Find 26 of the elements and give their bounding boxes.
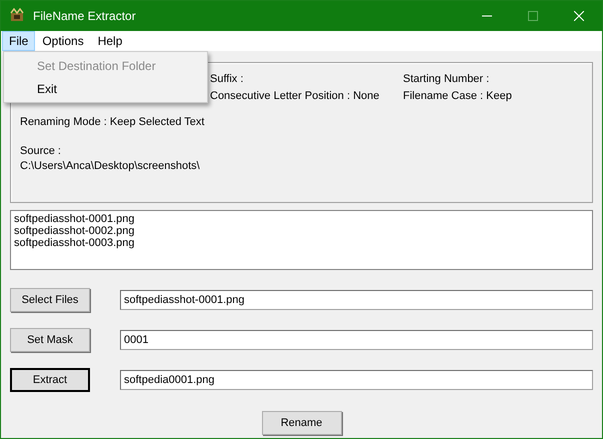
maximize-icon bbox=[528, 11, 538, 21]
menu-item[interactable]: Options bbox=[35, 31, 91, 51]
action-button[interactable]: Extract bbox=[10, 368, 90, 392]
file-list-item[interactable]: softpediasshot-0002.png bbox=[14, 225, 589, 237]
rename-button[interactable]: Rename bbox=[262, 411, 342, 435]
text-field[interactable]: 0001 bbox=[120, 330, 593, 350]
setting-label: Suffix : bbox=[210, 73, 244, 85]
setting-label: Starting Number : bbox=[403, 73, 490, 85]
menu-item[interactable]: File bbox=[2, 31, 36, 51]
source-path: C:\Users\Anca\Desktop\screenshots\ bbox=[20, 160, 201, 172]
file-list-item[interactable]: softpediasshot-0001.png bbox=[14, 213, 589, 225]
action-button[interactable]: Set Mask bbox=[10, 328, 90, 352]
close-icon bbox=[574, 11, 584, 21]
setting-text: Consecutive Letter Position : None bbox=[210, 90, 380, 102]
text-field[interactable]: softpediasshot-0001.png bbox=[120, 290, 593, 310]
app-icon bbox=[9, 8, 25, 24]
menu-entry[interactable]: Exit bbox=[4, 77, 207, 100]
renaming-mode-text: Renaming Mode : Keep Selected Text bbox=[20, 116, 206, 128]
menu-item[interactable]: Help bbox=[90, 31, 130, 51]
file-list-item[interactable]: softpediasshot-0003.png bbox=[14, 237, 589, 249]
setting-text: Filename Case : Keep bbox=[403, 90, 513, 102]
file-list[interactable]: softpediasshot-0001.png softpediasshot-0002.png softpediasshot-0003.png bbox=[10, 210, 593, 270]
source-label: Source : bbox=[20, 145, 62, 157]
text-field[interactable]: softpedia0001.png bbox=[120, 370, 593, 390]
window-title: FileName Extractor bbox=[33, 9, 136, 23]
action-button[interactable]: Select Files bbox=[10, 288, 90, 312]
